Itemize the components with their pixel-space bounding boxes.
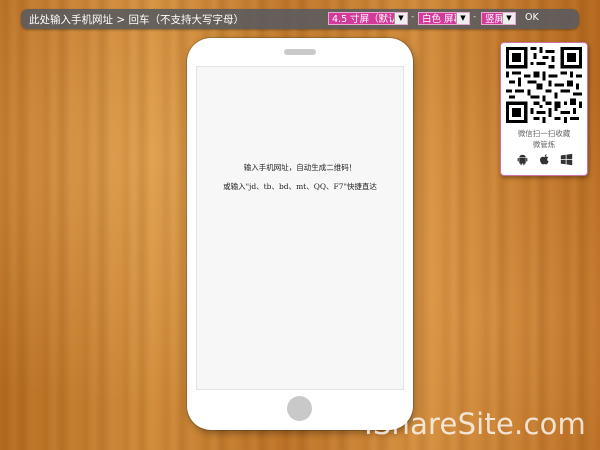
address-bar: 此处输入手机网址 > 回车（不支持大写字母） 4.5 寸屏（默认） ▼ - 白色…	[21, 9, 579, 29]
separator: -	[411, 12, 415, 22]
apple-icon[interactable]	[538, 153, 551, 166]
screen-size-select[interactable]: 4.5 寸屏（默认） ▼	[328, 12, 408, 25]
phone-screen: 输入手机网址，自动生成二维码！ 或输入"jd、tb、bd、mt、QQ、F7"快捷…	[196, 66, 404, 390]
qr-caption-sub: 微管炼	[532, 140, 556, 149]
qr-panel: 微信扫一扫收藏 微管炼	[500, 42, 588, 176]
separator: -	[473, 12, 477, 22]
screen-color-select[interactable]: 白色 屏幕 ▼	[418, 12, 470, 25]
watermark-text: IShareSite.com	[364, 407, 586, 441]
orientation-select[interactable]: 竖屏 ▼	[481, 12, 516, 25]
chevron-down-icon: ▼	[456, 13, 469, 24]
ok-button[interactable]: OK	[525, 12, 539, 23]
chevron-down-icon: ▼	[394, 13, 407, 24]
url-input[interactable]: 此处输入手机网址 > 回车（不支持大写字母）	[29, 12, 244, 27]
android-icon[interactable]	[516, 153, 529, 166]
hint-text-qr: 输入手机网址，自动生成二维码！	[243, 163, 357, 172]
qr-caption: 微信扫一扫收藏	[517, 129, 571, 138]
home-button[interactable]	[287, 396, 312, 421]
qr-code-image	[506, 47, 582, 123]
os-icons	[501, 153, 587, 166]
phone-frame: 输入手机网址，自动生成二维码！ 或输入"jd、tb、bd、mt、QQ、F7"快捷…	[187, 38, 413, 430]
chevron-down-icon: ▼	[502, 13, 515, 24]
windows-icon[interactable]	[560, 153, 573, 166]
phone-speaker	[284, 49, 316, 55]
hint-text-shortcuts: 或输入"jd、tb、bd、mt、QQ、F7"快捷直达	[223, 182, 377, 191]
